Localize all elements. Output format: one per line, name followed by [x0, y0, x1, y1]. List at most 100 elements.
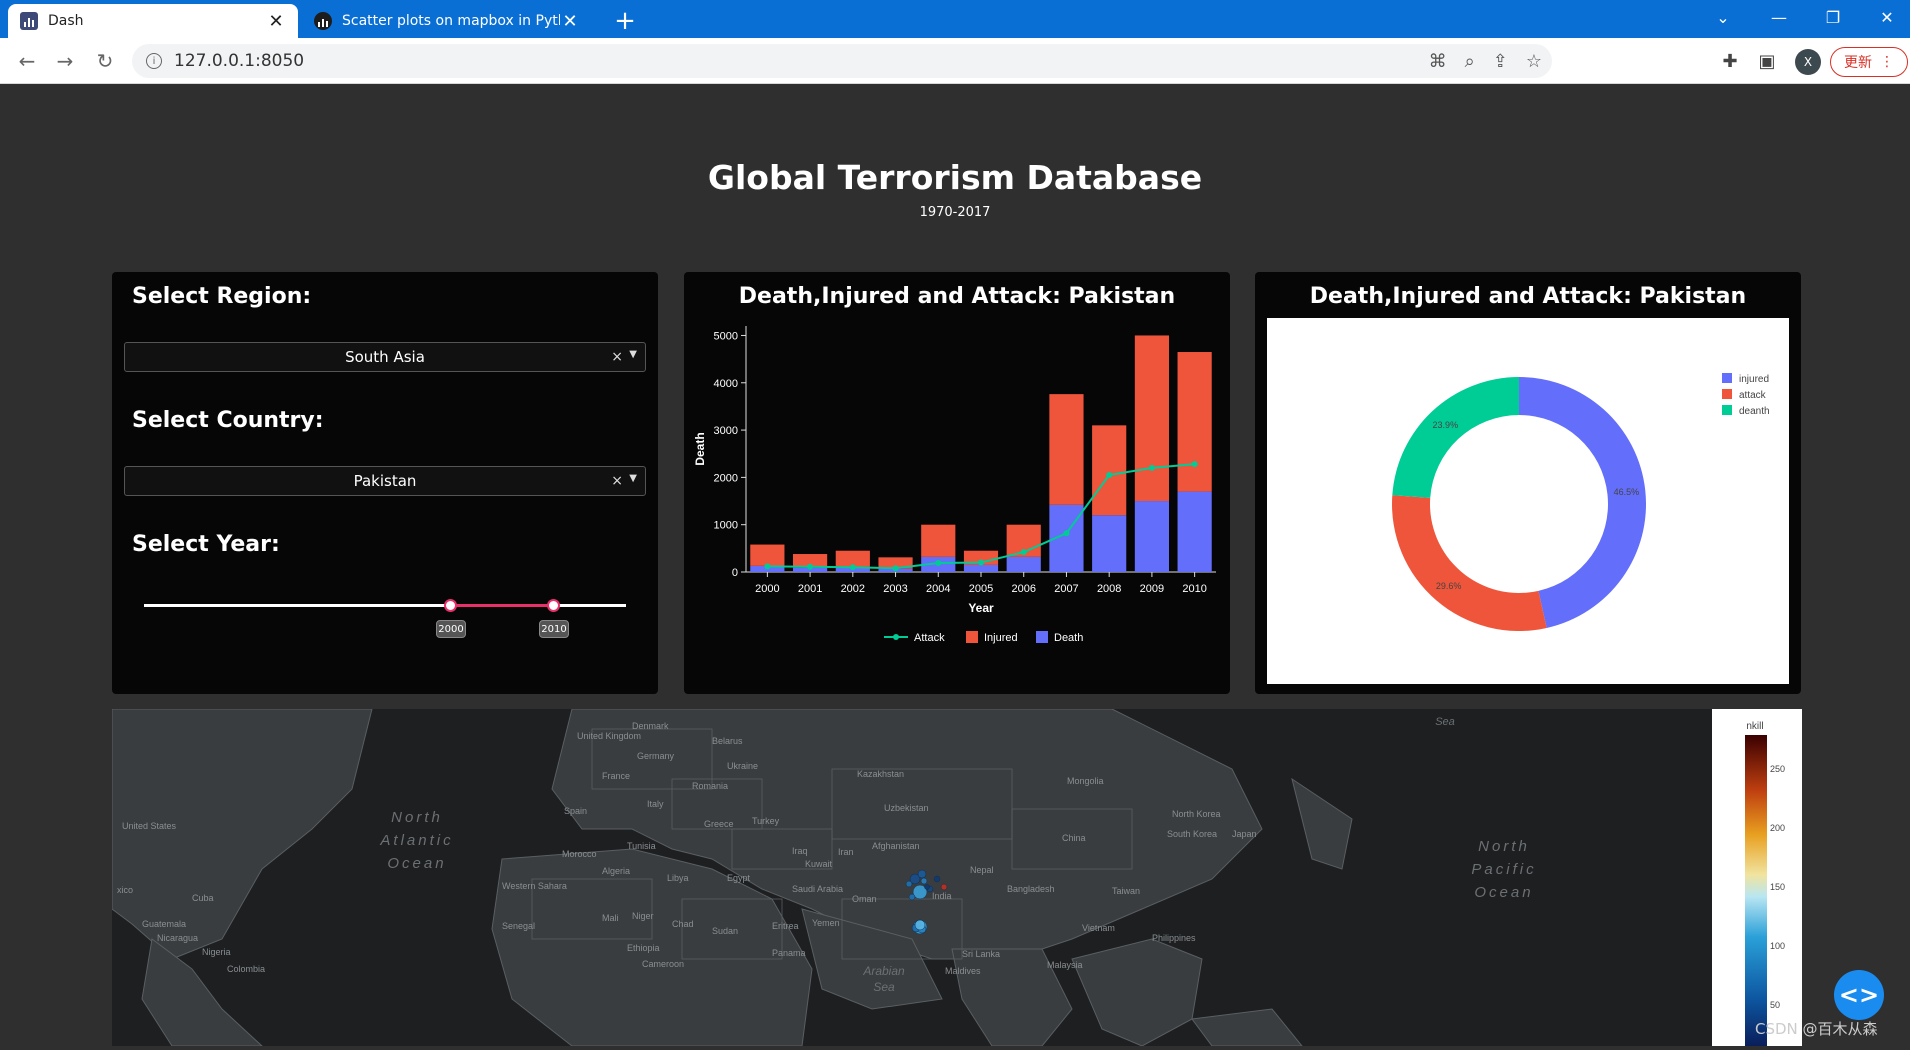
close-window-button[interactable]: ✕: [1864, 0, 1910, 34]
url-field[interactable]: i 127.0.0.1:8050 ⌘ ⌕ ⇪ ☆: [132, 44, 1552, 78]
legend-swatch-injured[interactable]: [966, 631, 978, 643]
colorbar-tick-label: 200: [1770, 823, 1785, 833]
bar-death[interactable]: [963, 564, 999, 572]
close-tab-icon[interactable]: ✕: [266, 11, 286, 32]
incident-marker[interactable]: [940, 883, 948, 891]
region-dropdown[interactable]: South Asia × ▼: [124, 342, 646, 372]
tab-scatter-plots[interactable]: Scatter plots on mapbox in Pytho ✕: [302, 4, 592, 38]
map-ocean-label: Ocean: [387, 855, 446, 872]
bar-death[interactable]: [1006, 556, 1041, 572]
attack-point[interactable]: [892, 565, 899, 572]
bar-injured[interactable]: [750, 544, 785, 566]
chevron-down-icon[interactable]: ▼: [629, 473, 637, 484]
bar-injured[interactable]: [1177, 352, 1212, 492]
donut-slice-injured[interactable]: [1519, 377, 1646, 628]
share-icon[interactable]: ⇪: [1493, 51, 1508, 72]
slider-handle-start[interactable]: [444, 599, 457, 612]
legend-swatch-death[interactable]: [1036, 631, 1048, 643]
clear-icon[interactable]: ×: [611, 473, 623, 489]
dash-favicon-icon: [20, 12, 38, 30]
donut-slice-deanth[interactable]: [1392, 377, 1519, 498]
incident-marker[interactable]: [924, 884, 930, 890]
attack-point[interactable]: [935, 560, 942, 567]
bookmark-star-icon[interactable]: ☆: [1526, 51, 1542, 72]
donut-chart[interactable]: 46.5% 29.6% 23.9% injured attack deanth: [1267, 318, 1789, 684]
bar-death[interactable]: [1134, 501, 1169, 572]
incident-marker[interactable]: [908, 893, 916, 901]
map-country-label: Bangladesh: [1007, 884, 1055, 894]
slice-percent-label: 29.6%: [1436, 581, 1462, 591]
colorbar-gradient: [1745, 735, 1767, 1046]
incident-marker[interactable]: [920, 877, 928, 885]
attack-point[interactable]: [978, 559, 984, 566]
attack-point[interactable]: [1063, 530, 1070, 537]
donut-slice-attack[interactable]: [1392, 495, 1547, 631]
slider-handle-end[interactable]: [547, 599, 560, 612]
year-range-slider[interactable]: 2000 2010: [144, 592, 626, 652]
forward-arrow-icon[interactable]: →: [50, 46, 80, 76]
incident-marker[interactable]: [914, 919, 926, 931]
region-label: Select Region:: [132, 284, 312, 309]
map-country-label: Uzbekistan: [884, 803, 929, 813]
reload-icon[interactable]: ↻: [90, 46, 120, 76]
x-tick-label: 2010: [1182, 583, 1206, 595]
chevron-down-icon[interactable]: ▼: [629, 349, 637, 360]
attack-point[interactable]: [1020, 549, 1027, 556]
legend-swatch-injured[interactable]: [1722, 373, 1732, 383]
map-country-label: Libya: [667, 873, 689, 883]
bar-injured[interactable]: [1092, 425, 1127, 516]
bar-death[interactable]: [1177, 491, 1212, 572]
more-menu-icon[interactable]: ⋮: [1880, 54, 1894, 70]
attack-point[interactable]: [1148, 464, 1155, 471]
map-country-label: Germany: [637, 751, 675, 761]
map-country-label: Saudi Arabia: [792, 884, 843, 894]
map-ocean-label: Ocean: [1474, 884, 1533, 901]
side-panel-icon[interactable]: ▣: [1752, 46, 1782, 76]
tab-dash[interactable]: Dash ✕: [8, 4, 298, 38]
legend-swatch-deanth[interactable]: [1722, 405, 1732, 415]
colorbar-tick-label: 250: [1770, 764, 1785, 774]
map-country-label: Cuba: [192, 893, 214, 903]
pie-chart-card: Death,Injured and Attack: Pakistan 46.5%…: [1255, 272, 1801, 694]
legend-swatch-attack[interactable]: [1722, 389, 1732, 399]
x-tick-label: 2005: [969, 583, 993, 595]
legend-label: deanth: [1739, 406, 1770, 417]
site-info-icon[interactable]: i: [146, 53, 162, 69]
attack-point[interactable]: [807, 563, 814, 570]
map-country-label: United Kingdom: [577, 731, 641, 741]
bar-injured[interactable]: [1134, 335, 1169, 502]
zoom-icon[interactable]: ⌕: [1465, 51, 1475, 72]
extensions-icon[interactable]: ✚: [1715, 46, 1745, 76]
y-tick-label: 3000: [714, 425, 738, 437]
profile-avatar[interactable]: X: [1795, 49, 1821, 75]
legend-label: Attack: [914, 632, 945, 644]
bar-injured[interactable]: [1049, 394, 1084, 505]
attack-point[interactable]: [764, 563, 771, 570]
minimize-button[interactable]: —: [1756, 0, 1802, 34]
restore-button[interactable]: ❐: [1810, 0, 1856, 34]
dash-debug-button[interactable]: <>: [1834, 970, 1884, 1020]
bar-chart[interactable]: 0 1000 2000 3000 4000 5000 2000 2001 2002 2003 200…: [684, 314, 1230, 694]
incident-marker[interactable]: [905, 880, 913, 888]
y-tick-label: 2000: [714, 472, 738, 484]
tab-search-icon[interactable]: ⌄: [1700, 0, 1746, 34]
update-button[interactable]: 更新 ⋮: [1830, 47, 1908, 77]
country-value: Pakistan: [353, 472, 417, 490]
attack-point[interactable]: [1106, 472, 1113, 479]
attack-point[interactable]: [1191, 461, 1198, 468]
legend-label: Injured: [984, 632, 1018, 644]
country-dropdown[interactable]: Pakistan × ▼: [124, 466, 646, 496]
translate-icon[interactable]: ⌘: [1429, 51, 1447, 72]
clear-icon[interactable]: ×: [611, 349, 623, 365]
incident-marker[interactable]: [933, 875, 941, 883]
back-arrow-icon[interactable]: ←: [12, 46, 42, 76]
bar-injured[interactable]: [921, 524, 956, 557]
bar-death[interactable]: [1092, 515, 1127, 572]
attack-point[interactable]: [849, 564, 856, 571]
close-tab-icon[interactable]: ✕: [560, 11, 580, 32]
map-ocean-label: Sea: [1435, 716, 1455, 728]
incident-marker[interactable]: [917, 869, 927, 879]
controls-card: Select Region: South Asia × ▼ Select Cou…: [112, 272, 658, 694]
scatter-map[interactable]: Denmark United Kingdom Belarus Germany Ukrai…: [112, 709, 1801, 1046]
new-tab-button[interactable]: +: [610, 4, 640, 38]
